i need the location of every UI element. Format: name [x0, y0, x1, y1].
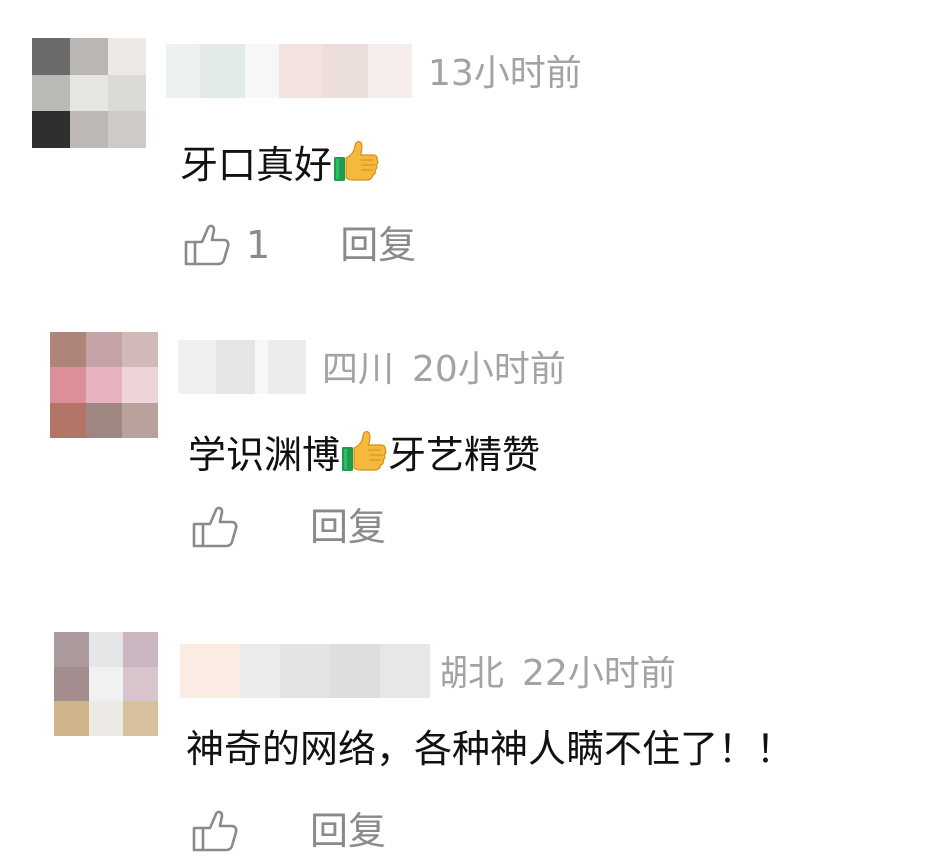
comment-location: 湖北	[432, 653, 505, 694]
username-blurred[interactable]	[178, 340, 306, 394]
thumbs-up-emoji-icon	[341, 430, 387, 472]
like-button[interactable]	[190, 806, 240, 856]
comment-meta: 13小时前	[428, 56, 582, 92]
username-blurred[interactable]	[180, 644, 430, 698]
comment-text: 学识渊博 牙艺精赞	[188, 430, 540, 474]
thumbs-up-emoji-icon	[333, 140, 379, 182]
username-blurred[interactable]	[166, 44, 412, 98]
comment-meta: 四川 20小时前	[322, 352, 566, 388]
thumbs-up-outline-icon	[192, 506, 238, 548]
reply-button[interactable]: 回复	[310, 812, 386, 850]
comment-location: 四川	[322, 349, 395, 390]
reply-button[interactable]: 回复	[310, 508, 386, 546]
comment-time: 13小时前	[428, 53, 582, 94]
like-count: 1	[246, 223, 271, 267]
thumbs-up-outline-icon	[192, 810, 238, 852]
comment-text-part: 牙艺精赞	[388, 433, 541, 477]
comment-actions: 1 回复	[182, 220, 416, 270]
avatar[interactable]	[50, 332, 158, 438]
comment-meta: 湖北 22小时前	[432, 653, 676, 694]
comment-actions: 回复	[190, 806, 386, 856]
comment-text-part: 学识渊博	[188, 433, 341, 477]
comment-time: 22小时前	[522, 653, 676, 694]
comment-text: 牙口真好	[180, 140, 380, 184]
avatar[interactable]	[32, 38, 146, 148]
like-button[interactable]: 1	[182, 220, 270, 270]
reply-button[interactable]: 回复	[340, 226, 416, 264]
comment-time: 20小时前	[412, 349, 566, 390]
comment-text-part: 牙口真好	[180, 143, 333, 187]
comment-text: 神奇的网络，各种神人瞒不住了！！	[186, 730, 794, 768]
thumbs-up-outline-icon	[184, 224, 230, 266]
comment-actions: 回复	[190, 502, 386, 552]
avatar[interactable]	[54, 632, 158, 736]
like-button[interactable]	[190, 502, 240, 552]
comment-text-part: 神奇的网络，各种神人瞒不住了！！	[186, 727, 795, 771]
